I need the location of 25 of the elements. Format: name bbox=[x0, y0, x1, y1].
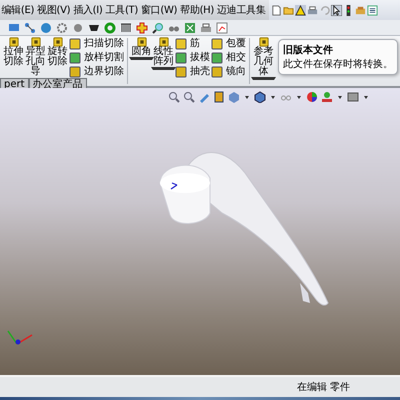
menu-item[interactable]: 编辑(E) bbox=[0, 3, 36, 17]
tooltip-text: 此文件在保存时将转换。 bbox=[283, 58, 393, 71]
status-text: 在编辑 零件 bbox=[296, 380, 350, 394]
ribbon-button-label[interactable]: 包覆 bbox=[226, 38, 246, 50]
ribbon-button-label[interactable]: 相交 bbox=[226, 52, 246, 64]
menu-item[interactable]: 帮助(H) bbox=[178, 3, 216, 17]
ribbon-button-label[interactable]: 线性阵列 bbox=[153, 47, 174, 67]
menu-item[interactable]: 迈迪工具集 bbox=[216, 3, 268, 17]
ribbon-button-label[interactable]: 扫描切除 bbox=[84, 38, 124, 50]
ribbon-button-label[interactable]: 参考几何体 bbox=[253, 47, 274, 77]
ribbon-button-label[interactable]: 放样切割 bbox=[84, 52, 124, 64]
ribbon-button-label[interactable]: 边界切除 bbox=[84, 66, 124, 78]
ribbon-button-label[interactable]: 圆角 bbox=[131, 47, 152, 57]
ribbon-button-label[interactable]: 镜向 bbox=[226, 66, 246, 78]
menu-item[interactable]: 插入(I) bbox=[72, 3, 104, 17]
menu-item[interactable]: 窗口(W) bbox=[139, 3, 179, 17]
ribbon-button-label[interactable]: 拉伸切除 bbox=[3, 47, 24, 67]
ribbon-button-label[interactable]: 抽壳 bbox=[190, 66, 210, 78]
tooltip-title: 旧版本文件 bbox=[283, 44, 334, 57]
ribbon-button-label[interactable]: 旋转切除 bbox=[47, 47, 68, 67]
menu-item[interactable]: 视图(V) bbox=[36, 3, 72, 17]
ribbon-button-label[interactable]: 筋 bbox=[190, 38, 200, 50]
ribbon-button-label[interactable]: 异型孔向导 bbox=[25, 47, 46, 77]
menu-item[interactable]: 工具(T) bbox=[104, 3, 140, 17]
ribbon-button-label[interactable]: 拔模 bbox=[190, 52, 210, 64]
